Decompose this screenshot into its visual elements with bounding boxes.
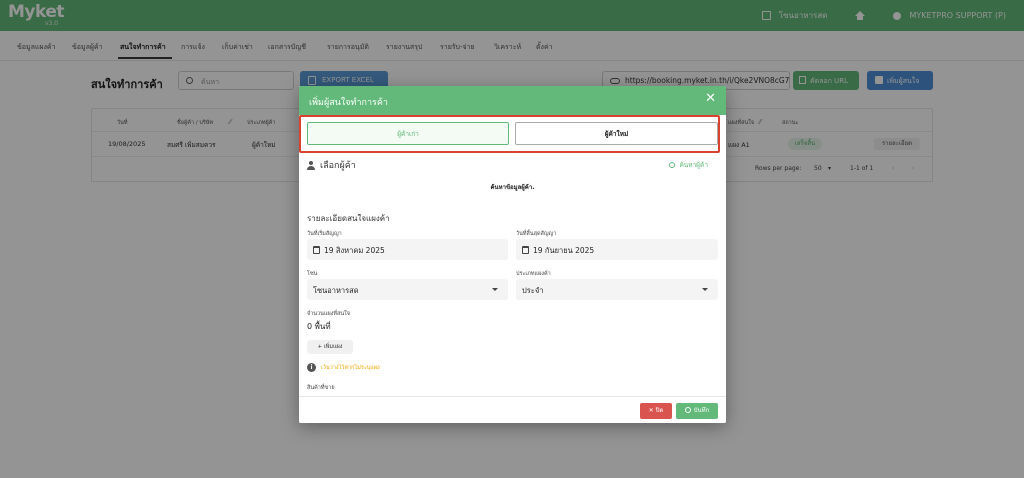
zone-value: โซนอาหารสด: [313, 286, 359, 295]
search-vendor-hint: ค้นหาข้อมูลผู้ค้า.: [490, 184, 535, 191]
chevron-down-icon: [702, 288, 708, 291]
close-button[interactable]: ✕ ปิด: [640, 403, 672, 419]
modal-title: เพิ่มผู้สนใจทำการค้า: [309, 98, 388, 108]
stall-type-label: ประเภทแผงค้า: [516, 271, 551, 277]
save-button[interactable]: บันทึก: [676, 403, 718, 419]
info-row: i เว้นว่างไว้หากไม่ระบุแผง: [307, 363, 380, 372]
stall-details-heading: รายละเอียดสนใจแผงค้า: [307, 214, 390, 223]
start-date-value: 19 สิงหาคม 2025: [324, 246, 385, 255]
tab-new-vendor[interactable]: ผู้ค้าใหม่: [515, 122, 718, 145]
stall-count-label: จำนวนแผงที่สนใจ: [307, 311, 351, 317]
select-vendor-label: เลือกผู้ค้า: [320, 161, 356, 171]
calendar-icon: [522, 246, 529, 254]
user-icon: [307, 160, 315, 170]
stall-count-value: 0 พื้นที่: [307, 322, 331, 331]
chevron-down-icon: [492, 288, 498, 291]
save-icon: [684, 407, 691, 413]
start-date-field[interactable]: 19 สิงหาคม 2025: [307, 239, 508, 260]
tab-existing-vendor[interactable]: ผู้ค้าเก่า: [307, 122, 509, 145]
add-stall-button[interactable]: + เพิ่มแผง: [307, 340, 353, 354]
search-icon: [669, 162, 676, 168]
modal-body[interactable]: เลือกผู้ค้า ค้นหาผู้ค้า ค้นหาข้อมูลผู้ค้…: [299, 154, 726, 396]
stall-type-value: ประจำ: [522, 286, 544, 295]
find-vendor-label: ค้นหาผู้ค้า: [679, 161, 708, 169]
find-vendor-link[interactable]: ค้นหาผู้ค้า: [669, 160, 708, 170]
select-vendor-heading: เลือกผู้ค้า: [307, 158, 356, 172]
add-interested-modal: เพิ่มผู้สนใจทำการค้า ✕ ผู้ค้าเก่า ผู้ค้า…: [299, 86, 726, 423]
close-icon[interactable]: ✕: [705, 91, 716, 106]
stall-type-select[interactable]: ประจำ: [516, 279, 718, 300]
end-date-label: วันที่สิ้นสุดสัญญา: [516, 231, 557, 237]
modal-header: เพิ่มผู้สนใจทำการค้า ✕: [299, 86, 726, 115]
add-stall-label: เพิ่มแผง: [323, 344, 343, 350]
info-icon: i: [307, 363, 316, 372]
info-text: เว้นว่างไว้หากไม่ระบุแผง: [321, 364, 380, 371]
save-button-label: บันทึก: [693, 407, 710, 414]
end-date-field[interactable]: 19 กันยายน 2025: [516, 239, 718, 260]
zone-select[interactable]: โซนอาหารสด: [307, 279, 508, 300]
products-label: สินค้าที่ขาย: [307, 385, 335, 391]
end-date-value: 19 กันยายน 2025: [533, 246, 595, 255]
start-date-label: วันที่เริ่มสัญญา: [307, 231, 342, 237]
close-button-label: ปิด: [655, 407, 664, 414]
zone-label: โซน: [307, 271, 318, 277]
calendar-icon: [313, 246, 320, 254]
close-icon: ✕: [648, 407, 656, 414]
modal-footer: ✕ ปิด บันทึก: [299, 396, 726, 423]
